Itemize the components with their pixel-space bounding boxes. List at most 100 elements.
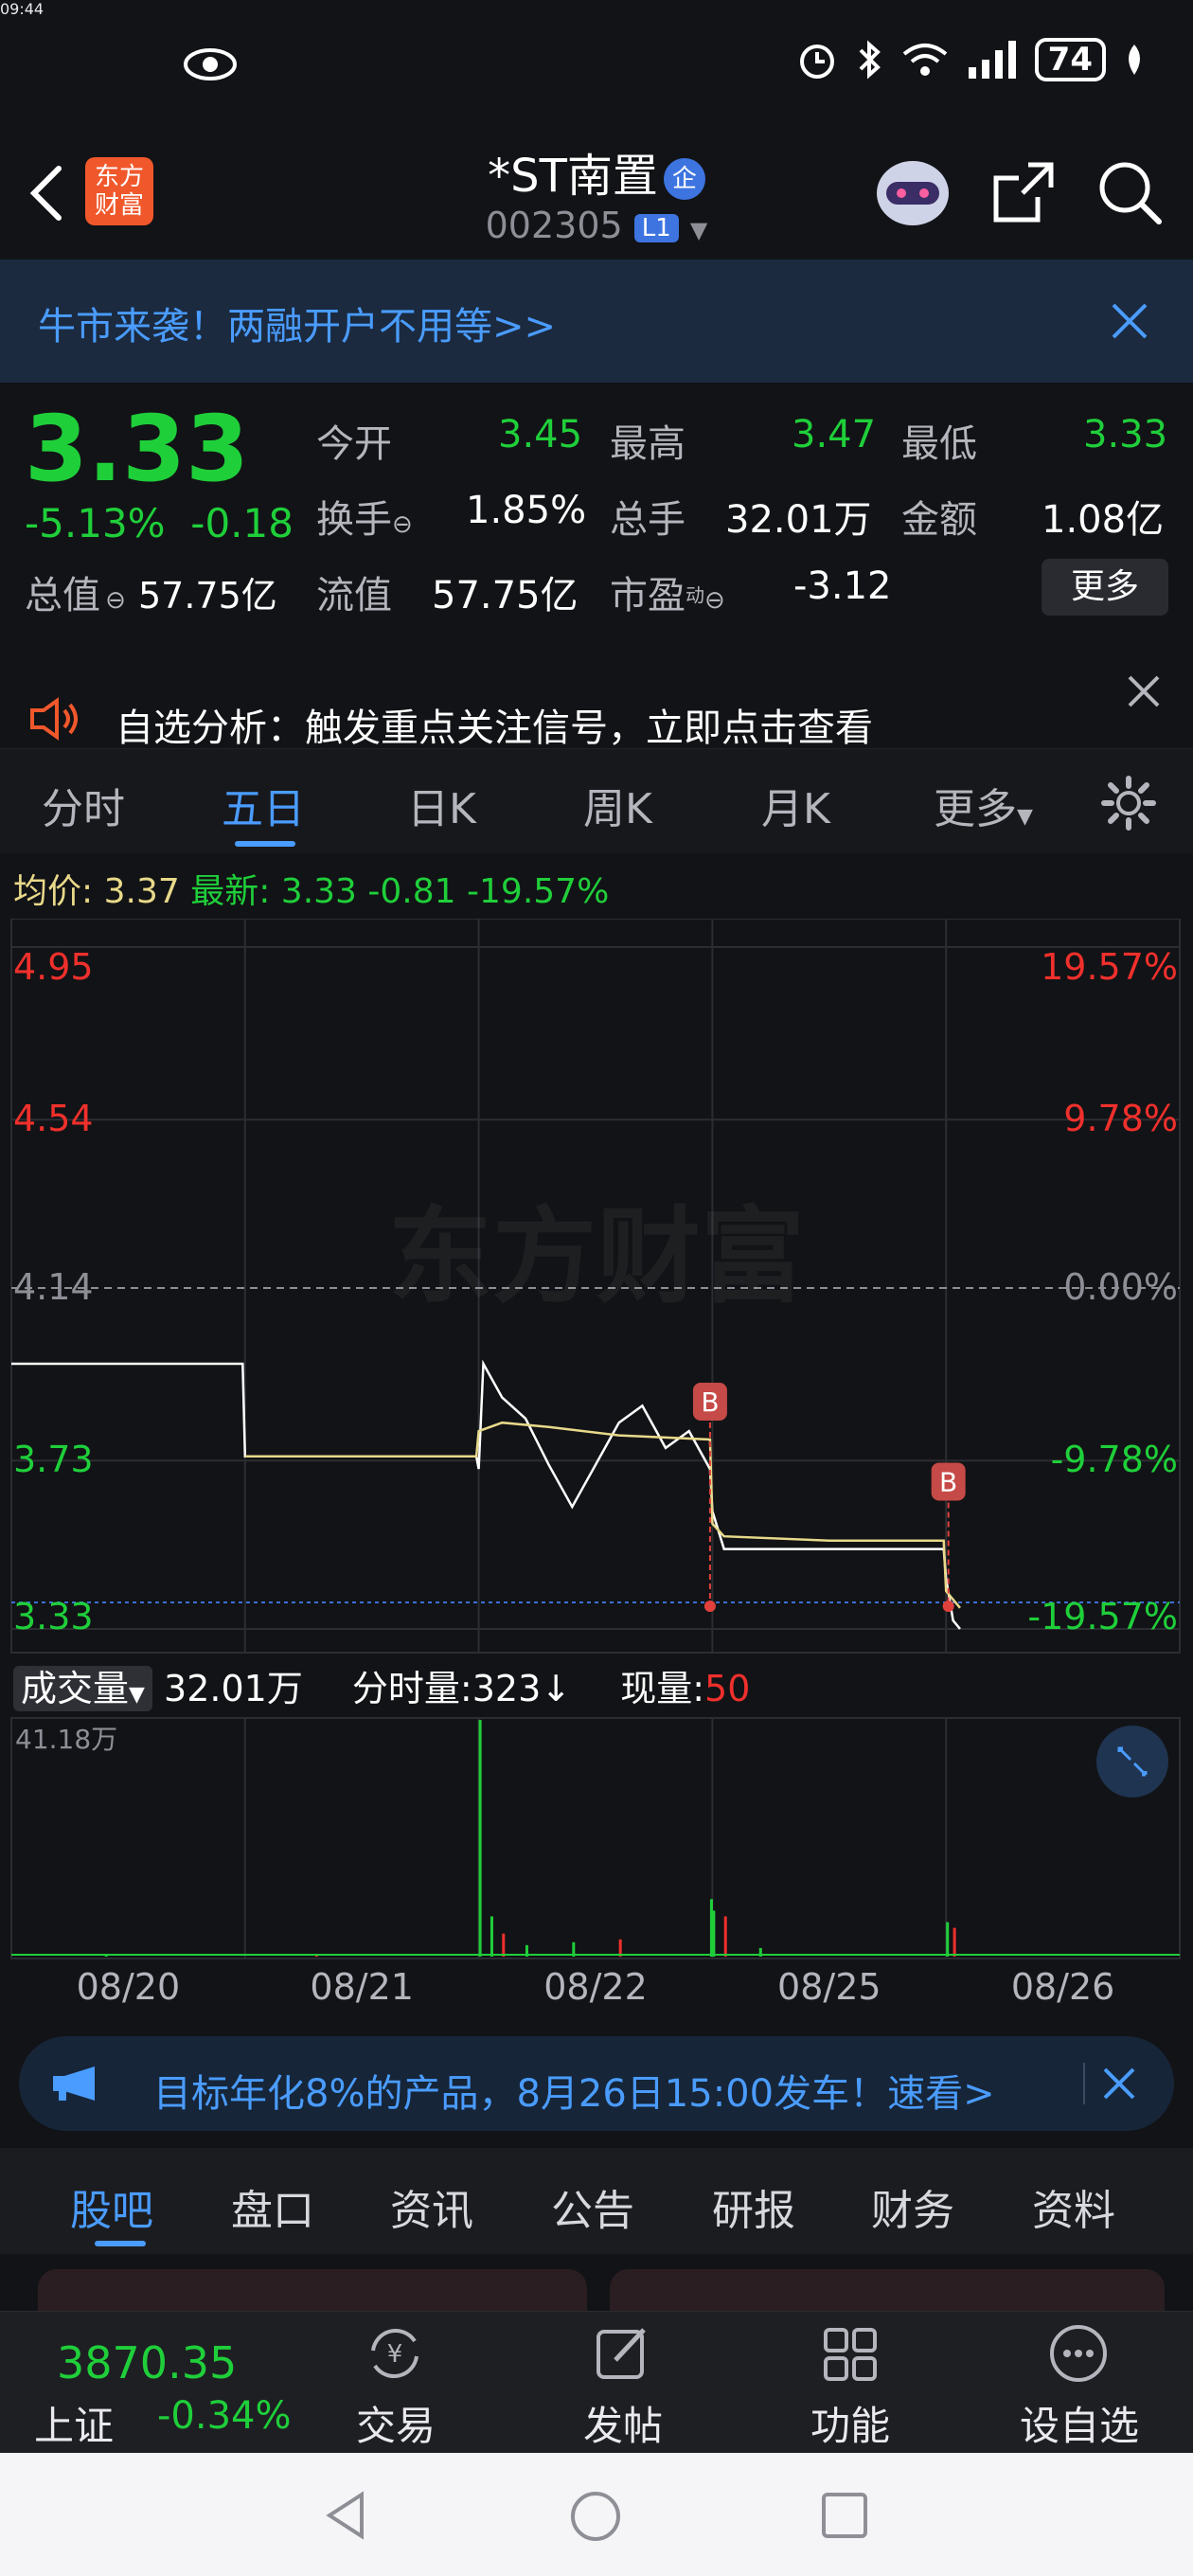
price-tick-label: 3.33 [13, 1596, 94, 1637]
current-volume-value: 50 [704, 1668, 751, 1709]
info-icon: ⊖ [704, 586, 725, 615]
wifi-icon [902, 44, 947, 76]
stat-open: 今开 [316, 422, 392, 466]
tab-profile[interactable]: 资料 [1032, 2176, 1115, 2237]
tab-weekly-k[interactable]: 周K [583, 775, 652, 835]
stat-open-value: 3.45 [498, 413, 583, 456]
current-price: 3.33 [25, 396, 249, 502]
date-tick-label: 08/25 [777, 1966, 881, 2008]
tab-order-book[interactable]: 盘口 [231, 2176, 314, 2237]
stat-pe-value: -3.12 [793, 564, 892, 608]
latest-change: -0.81 [367, 872, 456, 911]
tab-forum[interactable]: 股吧 [70, 2176, 153, 2237]
volume-chart[interactable]: 41.18万 [0, 1716, 1193, 1962]
stat-turnover[interactable]: 换手⊖ [316, 489, 413, 544]
stat-amount-value: 1.08亿 [1042, 498, 1165, 542]
settings-gear-icon[interactable] [1100, 775, 1157, 832]
ad-text[interactable]: 目标年化8%的产品，8月26日15:00发车！速看> [153, 2063, 995, 2118]
tab-time-share[interactable]: 分时 [42, 775, 125, 835]
tab-finance[interactable]: 财务 [871, 2176, 954, 2237]
system-recents-icon[interactable] [820, 2491, 869, 2540]
tab-announcements[interactable]: 公告 [551, 2176, 634, 2237]
trade-markers[interactable]: BB [692, 1383, 966, 1612]
chart-summary: 均价: 3.37 最新: 3.33 -0.81 -19.57% [13, 864, 609, 913]
content-card[interactable] [610, 2269, 1165, 2311]
promo-banner-text[interactable]: 牛市来袭！两融开户不用等>> [38, 295, 556, 350]
nav-add-watchlist[interactable]: 设自选 [1013, 2394, 1146, 2452]
volume-selector-label: 成交量 [21, 1668, 130, 1709]
post-icon [596, 2328, 646, 2379]
price-tick-label: 4.14 [13, 1266, 94, 1308]
stat-amount: 金额 [901, 498, 977, 542]
charging-leaf-icon [1129, 45, 1140, 75]
share-icon[interactable] [990, 159, 1057, 225]
volume-bars [11, 1720, 1180, 1957]
speaker-icon [30, 697, 78, 741]
volume-bar [946, 1922, 950, 1957]
time-share-value: 323↓ [472, 1668, 572, 1709]
stat-low: 最低 [901, 422, 977, 466]
level-badge: L1 [633, 213, 679, 242]
marker-dot [703, 1601, 716, 1612]
latest-pct: -19.57% [467, 872, 610, 911]
index-value[interactable]: 3870.35 [57, 2337, 237, 2388]
time-share-label: 分时量: [351, 1668, 472, 1709]
close-icon[interactable] [1102, 2066, 1136, 2101]
price-tick-label: 3.73 [13, 1439, 94, 1480]
stat-pe[interactable]: 市盈动⊖ [610, 564, 725, 619]
stat-low-value: 3.33 [1083, 413, 1168, 456]
market-cap[interactable]: 总值 ⊖ 57.75亿 [25, 564, 277, 619]
avg-value: 3.37 [103, 872, 180, 911]
latest-value: 3.33 [280, 872, 357, 911]
caret-down-icon: ▼ [1017, 805, 1033, 829]
signal-icon [968, 41, 1016, 79]
watermark: 东方财富 [388, 1196, 805, 1317]
nav-trade[interactable]: 交易 [329, 2394, 462, 2452]
price-chart[interactable]: 东方财富 4.95 19.57% 4.54 9.78% 4.14 0.00% 3.73 -9.… [0, 919, 1193, 1657]
date-tick-label: 08/22 [543, 1966, 648, 2008]
market-cap-label: 总值 [25, 574, 100, 617]
battery-indicator: 74 [1034, 38, 1106, 81]
stat-float-cap-value: 57.75亿 [432, 574, 579, 617]
system-back-icon[interactable] [322, 2489, 369, 2542]
system-home-icon[interactable] [568, 2489, 623, 2544]
change-amount: -0.18 [190, 500, 294, 546]
index-name[interactable]: 上证 [34, 2394, 114, 2452]
expand-button[interactable] [1096, 1726, 1168, 1798]
pct-tick-label: -9.78% [1051, 1439, 1178, 1480]
volume-bar [712, 1910, 716, 1957]
tab-daily-k[interactable]: 日K [407, 775, 476, 835]
nav-functions[interactable]: 功能 [784, 2394, 917, 2452]
tab-research[interactable]: 研报 [712, 2176, 795, 2237]
pct-tick-label: 0.00% [1063, 1266, 1178, 1308]
close-icon[interactable] [1110, 301, 1149, 341]
tab-more-label: 更多 [934, 785, 1017, 833]
svg-text:¥: ¥ [387, 2340, 403, 2369]
nav-post[interactable]: 发帖 [557, 2394, 689, 2452]
alert-text[interactable]: 自选分析：触发重点关注信号，立即点击查看 [116, 697, 873, 752]
content-card[interactable] [38, 2269, 587, 2311]
tab-more[interactable]: 更多▼ [934, 775, 1033, 835]
pct-tick-label: 9.78% [1063, 1098, 1178, 1139]
divider [1083, 2063, 1085, 2104]
alarm-icon [799, 45, 834, 79]
index-change: -0.34% [157, 2394, 292, 2438]
pct-tick-label: -19.57% [1027, 1596, 1178, 1637]
robot-assistant-icon[interactable] [871, 152, 954, 231]
volume-selector[interactable]: 成交量▼ [13, 1666, 152, 1711]
price-lines [11, 1359, 961, 1630]
eye-icon [184, 48, 237, 80]
stock-code: 002305 [485, 205, 623, 246]
more-button[interactable]: 更多 [1042, 559, 1168, 616]
volume-bar [490, 1916, 493, 1957]
more-dots-icon [1050, 2325, 1107, 2382]
tab-five-day[interactable]: 五日 [222, 775, 305, 835]
tab-news[interactable]: 资讯 [390, 2176, 473, 2237]
trade-icon: ¥ [371, 2328, 418, 2379]
search-icon[interactable] [1096, 159, 1165, 227]
volume-bar [502, 1933, 506, 1957]
volume-bar [478, 1720, 482, 1957]
date-tick-label: 08/20 [76, 1966, 181, 2008]
tab-monthly-k[interactable]: 月K [761, 775, 830, 835]
close-icon[interactable] [1127, 674, 1161, 708]
